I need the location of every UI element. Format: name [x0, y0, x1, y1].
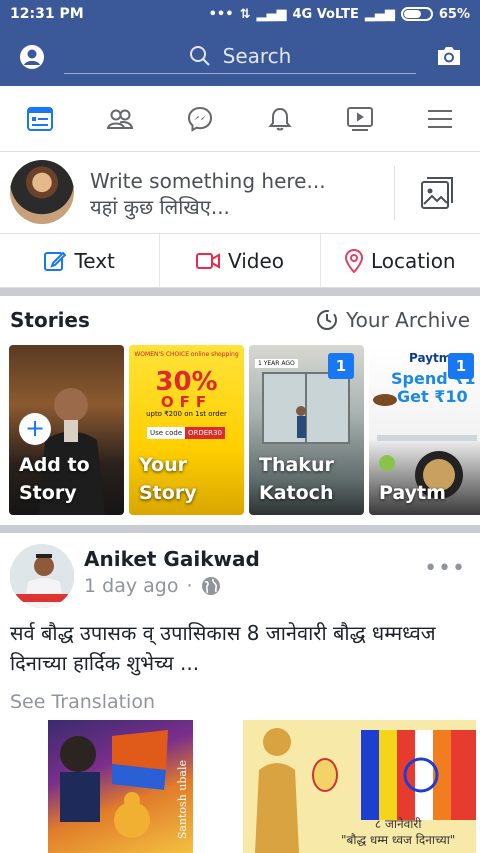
video-icon: [195, 252, 220, 269]
composer-prompt-hi: यहां कुछ लिखिए...: [90, 195, 230, 219]
composer: Write something here... यहां कुछ लिखिए..…: [0, 152, 480, 234]
text-post-label: Text: [74, 248, 115, 273]
tab-friends[interactable]: [80, 86, 160, 151]
status-bar: 12:31 PM ••• ⇅ ▂▄▆ 4G VoLTE ▂▄▆ 65%: [0, 0, 480, 28]
post-image-1-art: [60, 730, 168, 838]
composer-prompt-en: Write something here...: [90, 169, 326, 193]
image-signature: Santosh ubale: [176, 760, 189, 840]
text-post-button[interactable]: Text: [0, 234, 159, 287]
story-card-add[interactable]: + Add to Story: [9, 345, 124, 515]
post-image-2[interactable]: ८ जानेवारी "बौद्ध धम्म ध्वज दिनाच्या": [243, 720, 476, 853]
messenger-icon: [187, 106, 213, 132]
post-options-icon[interactable]: •••: [424, 556, 466, 581]
video-post-label: Video: [227, 248, 285, 273]
menu-icon: [428, 109, 452, 128]
story-card-thakur[interactable]: 1 YEAR AGO 1 Thakur Katoch: [249, 345, 364, 515]
post-time[interactable]: 1 day ago: [84, 575, 178, 597]
network-label: 4G VoLTE: [292, 6, 359, 22]
tab-menu[interactable]: [400, 86, 480, 151]
top-bar: Search: [0, 28, 480, 86]
battery-icon: [400, 7, 433, 21]
search-input[interactable]: Search: [64, 38, 416, 74]
globe-icon: [201, 577, 220, 595]
stories-tray: + Add to Story WOMEN'S CHOICE online sho…: [9, 345, 480, 515]
photo-icon: [421, 177, 453, 209]
post-image-1[interactable]: Santosh ubale: [48, 720, 193, 853]
video-post-button[interactable]: Video: [159, 234, 319, 287]
search-placeholder: Search: [222, 43, 292, 68]
tab-messenger[interactable]: [160, 86, 240, 151]
post-author-avatar[interactable]: [10, 544, 74, 608]
data-arrows-icon: ⇅: [239, 6, 251, 22]
promo-off: OFF: [160, 393, 213, 411]
post-body: सर्व बौद्ध उपासक व् उपासिकास 8 जानेवारी …: [10, 621, 436, 675]
notifications-icon: [268, 107, 292, 130]
promo-code: ORDER30: [185, 427, 225, 439]
story-label-add: Add to Story: [19, 454, 90, 504]
promo-upto: upto ₹200 on 1st order: [146, 410, 227, 418]
signal-icon: ▂▄▆: [256, 6, 287, 22]
your-archive-button[interactable]: Your Archive: [316, 308, 470, 332]
composer-divider: [394, 166, 395, 220]
story-tag: 1 YEAR AGO: [255, 359, 298, 368]
image-2-caption: ८ जानेवारी "बौद्ध धम्म ध्वज दिनाच्या": [341, 817, 456, 847]
story-card-paytm[interactable]: Paytm Spend ₹1 Get ₹10 1 Paytm: [369, 345, 480, 515]
search-icon: [189, 45, 210, 66]
stories-title: Stories: [10, 308, 90, 332]
story-count-badge: 1: [328, 353, 354, 379]
tab-notifications[interactable]: [240, 86, 320, 151]
story-label-thakur: Thakur Katoch: [259, 454, 334, 504]
meta-dot: ·: [186, 575, 193, 597]
battery-percent: 65%: [438, 6, 470, 22]
archive-label: Your Archive: [346, 308, 470, 332]
location-pin-icon: [345, 248, 364, 273]
camera-button[interactable]: [436, 44, 462, 72]
promo-code-label: Use code: [147, 427, 186, 439]
composer-input[interactable]: Write something here... यहां कुछ लिखिए..…: [90, 168, 326, 220]
camera-icon: [438, 47, 460, 65]
news-feed-icon: [27, 106, 53, 131]
location-post-button[interactable]: Location: [319, 234, 480, 287]
story-count-badge: 1: [448, 353, 474, 379]
story-card-your[interactable]: WOMEN'S CHOICE online shopping 30% OFF u…: [129, 345, 244, 515]
location-post-label: Location: [371, 248, 456, 273]
profile-button[interactable]: [0, 44, 64, 70]
more-dots-icon: •••: [208, 6, 234, 22]
edit-icon: [44, 251, 67, 271]
photo-button[interactable]: [420, 176, 454, 214]
promo-heading: WOMEN'S CHOICE online shopping: [134, 351, 239, 358]
post-author-name[interactable]: Aniket Gaikwad: [84, 547, 260, 571]
avatar[interactable]: [10, 160, 74, 224]
profile-icon: [20, 45, 44, 69]
status-indicators: ••• ⇅ ▂▄▆ 4G VoLTE ▂▄▆ 65%: [209, 7, 470, 22]
section-separator: [0, 288, 480, 296]
post-avatar-photo: [10, 544, 74, 608]
battery-fill: [403, 10, 421, 18]
see-translation-link[interactable]: See Translation: [10, 691, 155, 713]
story-label-your: Your Story: [139, 454, 197, 504]
nav-tabs: [0, 86, 480, 152]
friends-icon: [106, 109, 134, 129]
watch-icon: [347, 106, 373, 131]
story-label-paytm: Paytm: [379, 482, 446, 504]
status-time: 12:31 PM: [10, 6, 84, 22]
signal-icon-2: ▂▄▆: [364, 6, 395, 22]
section-separator: [0, 525, 480, 533]
post-meta: 1 day ago ·: [84, 575, 221, 597]
composer-actions: Text Video Location: [0, 234, 480, 288]
archive-clock-icon: [317, 310, 338, 330]
add-story-plus-icon: +: [19, 413, 51, 445]
tab-watch[interactable]: [320, 86, 400, 151]
tab-news-feed[interactable]: [0, 86, 80, 151]
